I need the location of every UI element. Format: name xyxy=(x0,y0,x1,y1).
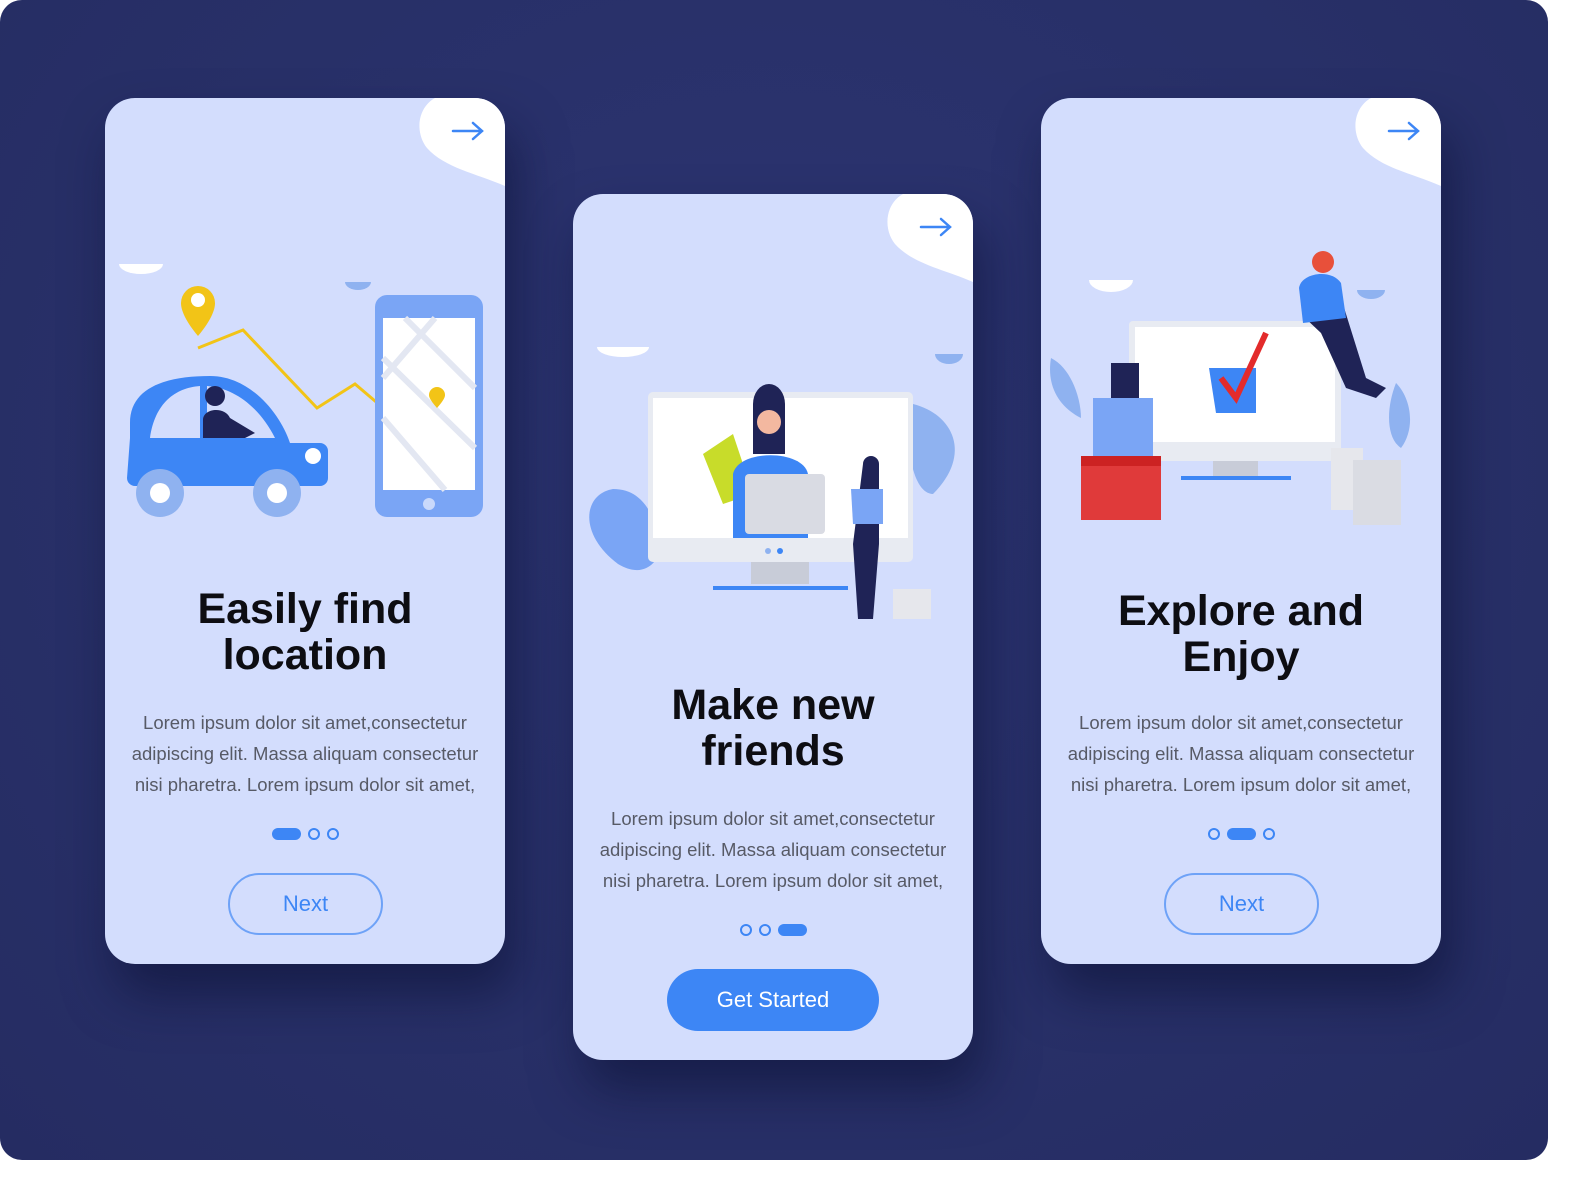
title-line: location xyxy=(222,631,388,679)
screen-title: Explore and Enjoy xyxy=(1041,588,1441,680)
onboarding-screen-explore: Explore and Enjoy Lorem ipsum dolor sit … xyxy=(1041,98,1441,964)
description-line: nisi pharetra. Lorem ipsum dolor sit ame… xyxy=(134,774,476,795)
onboarding-screen-location: Easily find location Lorem ipsum dolor s… xyxy=(105,98,505,964)
title-line: Make new xyxy=(671,681,875,729)
corner-blob xyxy=(1355,98,1441,186)
page-dot-active[interactable] xyxy=(1226,828,1256,840)
page-dot[interactable] xyxy=(307,828,320,840)
description-line: adipiscing elit. Massa aliquam consectet… xyxy=(599,839,947,860)
corner-blob xyxy=(419,98,505,186)
arrow-right-icon[interactable] xyxy=(1387,120,1421,142)
next-button[interactable]: Next xyxy=(228,873,383,935)
video-chat-illustration xyxy=(589,347,963,619)
screen-title: Easily find location xyxy=(105,586,505,678)
description-line: adipiscing elit. Massa aliquam consectet… xyxy=(131,743,479,764)
description-line: Lorem ipsum dolor sit amet,consectetur xyxy=(143,712,467,733)
onboarding-screen-friends: Make new friends Lorem ipsum dolor sit a… xyxy=(573,194,973,1060)
page-dot[interactable] xyxy=(326,828,339,840)
page-dot-active[interactable] xyxy=(271,828,301,840)
get-started-button[interactable]: Get Started xyxy=(667,969,879,1031)
description-line: Lorem ipsum dolor sit amet,consectetur xyxy=(611,808,935,829)
title-line: Easily find xyxy=(197,585,413,633)
arrow-right-icon[interactable] xyxy=(919,216,953,238)
description-line: nisi pharetra. Lorem ipsum dolor sit ame… xyxy=(602,870,944,891)
shopping-illustration xyxy=(1050,251,1411,525)
page-dot[interactable] xyxy=(739,924,752,936)
screen-description: Lorem ipsum dolor sit amet,consectetur a… xyxy=(115,707,495,800)
car-map-phone-illustration xyxy=(119,264,483,517)
description-line: Lorem ipsum dolor sit amet,consectetur xyxy=(1079,712,1403,733)
screen-description: Lorem ipsum dolor sit amet,consectetur a… xyxy=(583,803,963,896)
corner-blob xyxy=(887,194,973,282)
page-dot[interactable] xyxy=(1207,828,1220,840)
arrow-right-icon[interactable] xyxy=(451,120,485,142)
next-button[interactable]: Next xyxy=(1164,873,1319,935)
page-indicator xyxy=(105,828,505,840)
page-dot[interactable] xyxy=(1262,828,1275,840)
title-line: Explore and xyxy=(1117,587,1365,635)
page-indicator xyxy=(573,924,973,936)
screen-title: Make new friends xyxy=(573,682,973,774)
page-indicator xyxy=(1041,828,1441,840)
description-line: adipiscing elit. Massa aliquam consectet… xyxy=(1067,743,1415,764)
screen-description: Lorem ipsum dolor sit amet,consectetur a… xyxy=(1051,707,1431,800)
page-dot[interactable] xyxy=(758,924,771,936)
title-line: friends xyxy=(701,727,845,775)
page-dot-active[interactable] xyxy=(777,924,807,936)
title-line: Enjoy xyxy=(1182,633,1300,681)
description-line: nisi pharetra. Lorem ipsum dolor sit ame… xyxy=(1070,774,1412,795)
